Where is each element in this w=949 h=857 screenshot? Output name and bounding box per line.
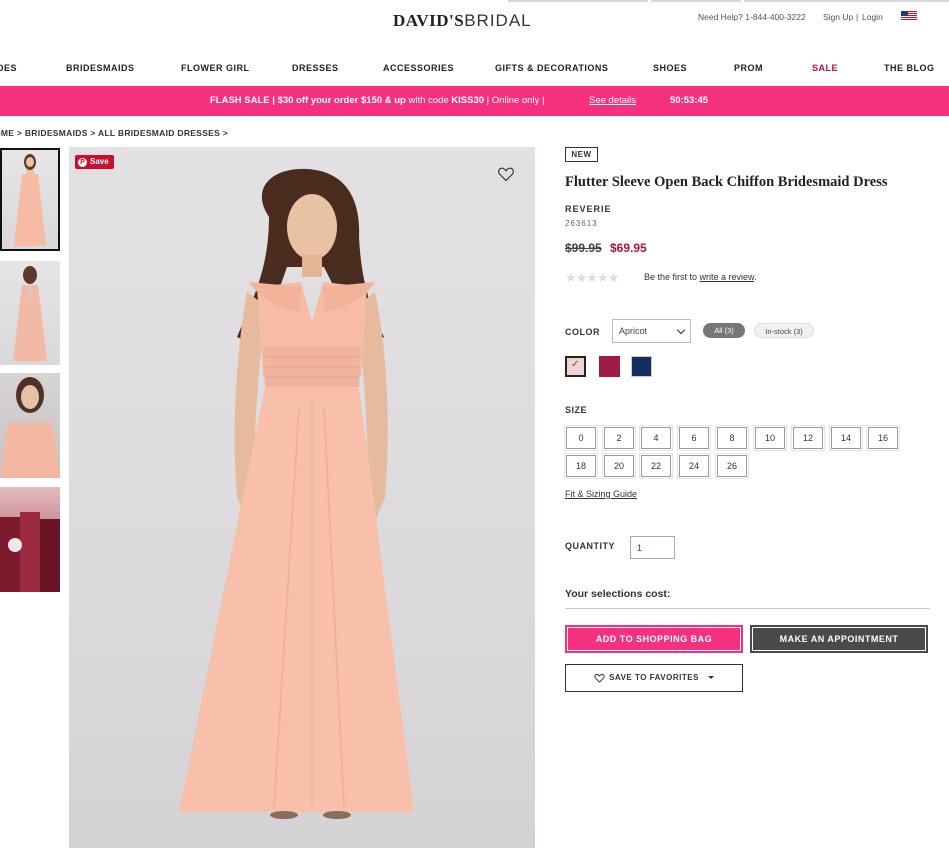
filter-all-pill[interactable]: All (3) <box>703 323 745 338</box>
add-to-shopping-bag-button[interactable]: ADD TO SHOPPING BAG <box>565 625 743 653</box>
review-prompt: Be the first to write a review. <box>644 272 757 282</box>
thumbnail-detail-image <box>0 377 60 478</box>
filter-in-stock-pill[interactable]: In-stock (3) <box>754 323 814 338</box>
size-option-14[interactable]: 14 <box>829 425 863 451</box>
thumbnail-detail[interactable] <box>0 373 60 478</box>
dress-model-illustration <box>179 168 414 819</box>
brand-logo[interactable]: DAVID'SBRIDAL <box>393 11 532 31</box>
flash-sale-middle: with code <box>405 95 452 106</box>
thumbnail-group[interactable] <box>0 487 60 592</box>
fit-sizing-guide-link[interactable]: Fit & Sizing Guide <box>565 489 637 499</box>
sale-price: $69.95 <box>610 241 647 255</box>
thumbnail-back-image <box>13 266 47 361</box>
breadcrumb-bridesmaids[interactable]: BRIDESMAIDS > <box>25 128 96 138</box>
color-select-value: Apricot <box>619 326 648 336</box>
size-option-10[interactable]: 10 <box>753 425 787 451</box>
selections-cost-label: Your selections cost: <box>565 588 671 600</box>
breadcrumb-all-bridesmaid-dresses[interactable]: ALL BRIDESMAID DRESSES > <box>98 128 228 138</box>
size-option-24[interactable]: 24 <box>677 453 711 479</box>
size-option-4[interactable]: 4 <box>639 425 673 451</box>
sign-up-link[interactable]: Sign Up <box>823 12 853 22</box>
heart-icon[interactable] <box>497 166 515 182</box>
color-swatch-navy[interactable] <box>631 356 652 377</box>
chevron-down-icon <box>676 325 686 335</box>
pinterest-save-label: Save <box>90 157 109 166</box>
review-prefix: Be the first to <box>644 272 700 282</box>
save-to-favorites-button[interactable]: SAVE TO FAVORITES <box>565 664 743 692</box>
color-swatch-wine[interactable] <box>599 356 620 377</box>
nav-item-sale[interactable]: SALE <box>812 63 838 73</box>
nav-item-prom[interactable]: PROM <box>734 63 763 73</box>
quantity-label: QUANTITY <box>565 541 615 551</box>
quantity-input[interactable]: 1 <box>630 536 675 559</box>
us-flag-icon[interactable] <box>901 11 917 20</box>
size-label: SIZE <box>565 405 588 415</box>
size-option-26[interactable]: 26 <box>715 453 749 479</box>
new-badge: NEW <box>565 147 598 162</box>
make-appointment-button[interactable]: MAKE AN APPOINTMENT <box>750 625 928 653</box>
product-sku: 263613 <box>565 219 598 228</box>
color-label: COLOR <box>565 327 600 337</box>
thumbnail-group-image <box>0 512 60 592</box>
save-to-favorites-label: SAVE TO FAVORITES <box>609 673 699 682</box>
login-link[interactable]: Login <box>862 12 883 22</box>
size-option-20[interactable]: 20 <box>602 453 636 479</box>
product-title: Flutter Sleeve Open Back Chiffon Bridesm… <box>565 174 888 190</box>
color-swatch-apricot[interactable] <box>565 356 586 377</box>
util-separator: | <box>856 12 859 22</box>
size-option-12[interactable]: 12 <box>791 425 825 451</box>
write-review-link[interactable]: write a review <box>700 272 755 282</box>
size-option-16[interactable]: 16 <box>866 425 900 451</box>
thumbnail-front[interactable] <box>0 148 60 251</box>
help-phone-link[interactable]: Need Help? 1-844-400-3222 <box>698 12 806 22</box>
nav-item-des[interactable]: DES <box>0 63 17 73</box>
nav-item-flower-girl[interactable]: FLOWER GIRL <box>181 63 250 73</box>
size-option-6[interactable]: 6 <box>677 425 711 451</box>
color-select[interactable]: Apricot <box>612 319 691 343</box>
nav-item-the-blog[interactable]: THE BLOG <box>884 63 935 73</box>
size-option-18[interactable]: 18 <box>564 453 598 479</box>
original-price: $99.95 <box>565 241 602 255</box>
size-option-2[interactable]: 2 <box>602 425 636 451</box>
rating-stars-icon: ★★★★★ <box>565 270 619 285</box>
see-details-link[interactable]: See details <box>589 95 636 106</box>
review-suffix: . <box>754 272 757 282</box>
caret-down-icon <box>707 676 714 680</box>
nav-item-dresses[interactable]: DRESSES <box>292 63 339 73</box>
logo-secondary: BRIDAL <box>464 11 532 30</box>
promo-code: KISS30 <box>451 95 485 106</box>
thumbnail-back[interactable] <box>0 261 60 365</box>
breadcrumb-home[interactable]: OME > <box>0 128 22 138</box>
nav-item-accessories[interactable]: ACCESSORIES <box>383 63 454 73</box>
cost-divider <box>565 608 930 609</box>
countdown-timer: 50:53:45 <box>670 95 709 106</box>
flash-sale-tail: | Online only | <box>484 95 545 106</box>
nav-item-gifts-decorations[interactable]: GIFTS & DECORATIONS <box>495 63 608 73</box>
site-header: DAVID'SBRIDAL Need Help? 1-844-400-3222 … <box>0 0 949 46</box>
flash-sale-banner: FLASH SALE | $30 off your order $150 & u… <box>0 86 949 116</box>
pinterest-icon: P <box>78 158 87 167</box>
product-brand: REVERIE <box>565 204 612 214</box>
size-option-0[interactable]: 0 <box>564 425 598 451</box>
size-option-22[interactable]: 22 <box>639 453 673 479</box>
nav-item-shoes[interactable]: SHOES <box>653 63 687 73</box>
breadcrumb: OME > BRIDESMAIDS > ALL BRIDESMAID DRESS… <box>0 128 228 138</box>
size-option-8[interactable]: 8 <box>715 425 749 451</box>
flash-sale-lead: FLASH SALE | $30 off your order $150 & u… <box>210 95 406 106</box>
pinterest-save-button[interactable]: P Save <box>75 155 114 169</box>
product-hero-image[interactable] <box>69 147 535 848</box>
heart-outline-icon <box>594 673 605 683</box>
logo-primary: DAVID'S <box>393 11 465 30</box>
nav-item-bridesmaids[interactable]: BRIDESMAIDS <box>66 63 135 73</box>
main-nav: DES BRIDESMAIDS FLOWER GIRL DRESSES ACCE… <box>0 56 949 80</box>
thumbnail-front-image <box>14 154 46 246</box>
flash-sale-text: FLASH SALE | $30 off your order $150 & u… <box>210 95 544 106</box>
